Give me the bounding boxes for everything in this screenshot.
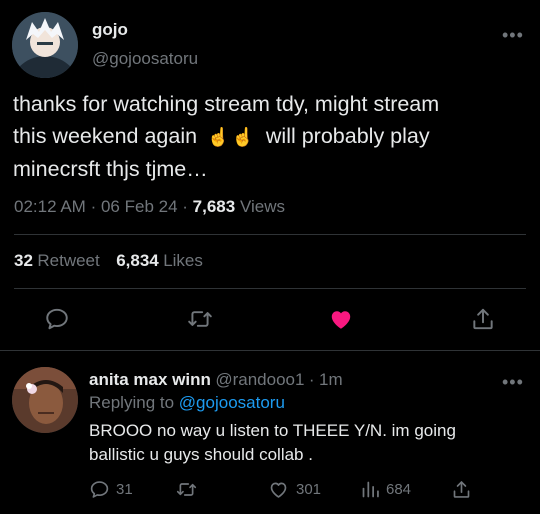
reply-text: BROOO no way u listen to THEEE Y/N. im g… xyxy=(89,419,529,467)
tweet-text-line2: this weekend again ☝️ ☝️ will probably pl… xyxy=(13,120,533,153)
reply-author-handle[interactable]: @randooo1 xyxy=(215,370,304,389)
tweet-text-line3: minecrsft thjs tjme… xyxy=(13,157,208,181)
reply-text-line2: ballistic u guys should collab . xyxy=(89,445,313,464)
likes-label: Likes xyxy=(163,251,203,270)
retweet-icon[interactable] xyxy=(187,306,213,332)
reply-heart-icon[interactable] xyxy=(268,479,289,500)
replying-to: Replying to @gojoosatoru xyxy=(89,393,285,413)
reply-text-line1: BROOO no way u listen to THEEE Y/N. im g… xyxy=(89,421,456,440)
reply-author-name[interactable]: anita max winn xyxy=(89,370,211,389)
reply-icon[interactable] xyxy=(44,306,70,332)
tweet-text-line2-b: will probably play xyxy=(265,124,430,148)
reply-separator: · xyxy=(308,370,315,389)
tweet-text-line1: thanks for watching stream tdy, might st… xyxy=(13,92,440,116)
author-avatar[interactable] xyxy=(12,12,78,78)
reply-avatar[interactable] xyxy=(12,367,78,433)
views-count: 7,683 xyxy=(192,197,236,216)
reply-header: anita max winn @randooo1 · 1m xyxy=(89,370,343,390)
tweet-stats: 32 Retweet 6,834 Likes xyxy=(14,251,203,271)
views-label: Views xyxy=(239,197,285,216)
replying-to-label: Replying to xyxy=(89,393,175,412)
meta-separator: · xyxy=(90,197,97,216)
reply-view-count: 684 xyxy=(386,481,412,498)
pointing-up-emoji-1: ☝️ xyxy=(207,127,230,147)
retweet-count: 32 xyxy=(14,251,33,270)
tweet-date[interactable]: 06 Feb 24 xyxy=(101,197,178,216)
share-icon[interactable] xyxy=(470,306,496,332)
retweet-label: Retweet xyxy=(37,251,100,270)
reply-reply-count: 31 xyxy=(116,481,133,498)
pointing-up-emoji-2: ☝️ xyxy=(231,127,254,147)
reply-time[interactable]: 1m xyxy=(319,370,343,389)
tweet-time[interactable]: 02:12 AM xyxy=(14,197,86,216)
heart-icon[interactable] xyxy=(328,306,354,332)
author-handle[interactable]: @gojoosatoru xyxy=(92,49,198,69)
reply-retweet-icon[interactable] xyxy=(176,479,197,500)
more-options-icon[interactable]: ••• xyxy=(502,26,524,44)
replying-to-handle[interactable]: @gojoosatoru xyxy=(179,393,285,412)
tweet-text-line2-a: this weekend again xyxy=(13,124,198,148)
author-name[interactable]: gojo xyxy=(92,20,128,40)
divider xyxy=(14,234,526,235)
reply-like-count: 301 xyxy=(296,481,322,498)
reply-more-options-icon[interactable]: ••• xyxy=(502,373,524,391)
divider xyxy=(0,350,540,351)
reply-views-icon[interactable] xyxy=(360,479,381,500)
divider xyxy=(14,288,526,289)
likes-stat[interactable]: 6,834 Likes xyxy=(116,251,203,270)
reply-share-icon[interactable] xyxy=(451,479,472,500)
meta-separator: · xyxy=(182,197,188,216)
reply-reply-icon[interactable] xyxy=(89,479,110,500)
tweet-text: thanks for watching stream tdy, might st… xyxy=(13,88,533,185)
retweet-stat[interactable]: 32 Retweet xyxy=(14,251,104,270)
tweet-meta: 02:12 AM · 06 Feb 24 · 7,683 Views xyxy=(14,197,285,217)
likes-count: 6,834 xyxy=(116,251,159,270)
